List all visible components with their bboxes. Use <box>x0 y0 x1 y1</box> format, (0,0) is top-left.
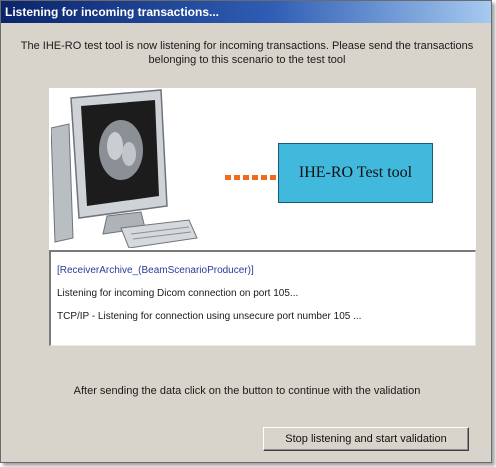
log-output: [ReceiverArchive_(BeamScenarioProducer)]… <box>49 250 476 346</box>
illustration-panel: IHE-RO Test tool <box>49 88 476 250</box>
intro-text: The IHE-RO test tool is now listening fo… <box>20 40 474 66</box>
stop-listening-button[interactable]: Stop listening and start validation <box>263 427 469 451</box>
instruction-text: After sending the data click on the butt… <box>73 385 421 397</box>
log-line: [ReceiverArchive_(BeamScenarioProducer)] <box>57 265 254 276</box>
window-title: Listening for incoming transactions... <box>1 1 491 23</box>
log-line: TCP/IP - Listening for connection using … <box>57 311 362 322</box>
test-tool-box: IHE-RO Test tool <box>278 143 433 203</box>
dialog-window: Listening for incoming transactions... T… <box>0 0 492 463</box>
computer-monitor-icon <box>51 89 198 248</box>
log-line: Listening for incoming Dicom connection … <box>57 288 299 299</box>
